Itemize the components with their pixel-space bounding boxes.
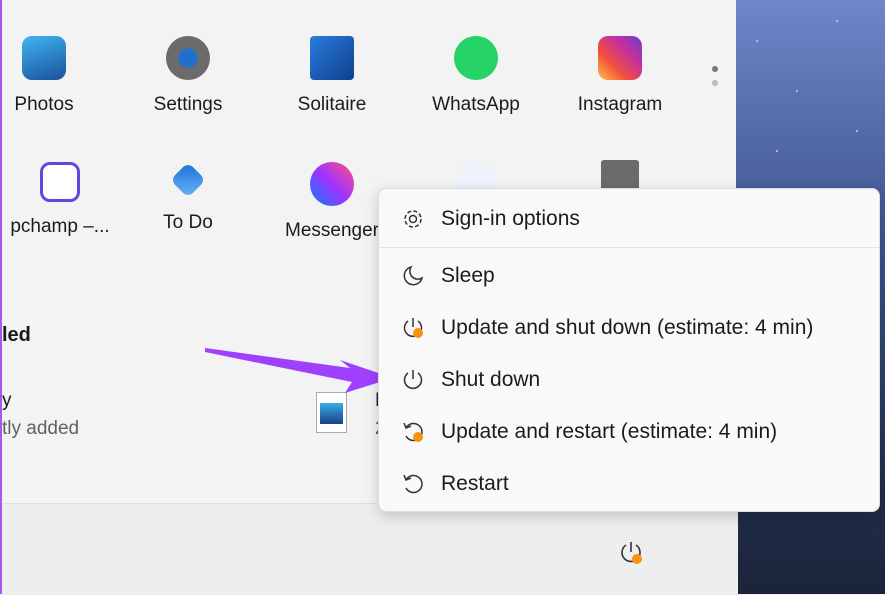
annotation-arrow — [205, 348, 393, 393]
power-icon — [621, 542, 642, 564]
app-instagram[interactable]: Instagram — [550, 36, 690, 116]
app-clipchamp[interactable]: pchamp –... — [0, 162, 130, 238]
gear-icon — [404, 210, 422, 228]
power-button[interactable] — [618, 540, 644, 566]
app-label: Solitaire — [297, 94, 367, 115]
menu-item-update-and-restart[interactable]: Update and restart (estimate: 4 min) — [379, 408, 879, 456]
update-power-icon — [403, 318, 423, 338]
app-whatsapp[interactable]: WhatsApp — [406, 36, 546, 116]
menu-item-label: Sign-in options — [441, 207, 580, 230]
menu-item-label: Shut down — [441, 368, 541, 391]
instagram-icon — [598, 36, 642, 80]
item-title: y — [2, 390, 12, 411]
more-pages-icon[interactable] — [712, 66, 718, 86]
menu-item-shut-down[interactable]: Shut down — [379, 356, 879, 404]
app-label: Instagram — [577, 94, 663, 115]
menu-item-label: Update and shut down (estimate: 4 min) — [441, 316, 814, 339]
power-menu: Sign-in options Sleep Update and shut do… — [378, 188, 880, 512]
menu-divider — [379, 247, 879, 248]
cards-icon — [310, 36, 354, 80]
app-label: Photos — [14, 94, 74, 115]
power-icon — [403, 370, 423, 390]
start-footer — [2, 503, 738, 595]
item-subtitle: tly added — [2, 418, 80, 439]
app-label: WhatsApp — [432, 94, 520, 115]
menu-item-restart[interactable]: Restart — [379, 460, 879, 508]
todo-icon — [170, 162, 206, 198]
restart-icon — [403, 474, 423, 494]
menu-item-label: Sleep — [441, 264, 495, 287]
app-solitaire[interactable]: Solitaire — [262, 36, 402, 116]
menu-item-label: Restart — [441, 472, 509, 495]
update-restart-icon — [403, 422, 423, 442]
menu-item-sign-in-options[interactable]: Sign-in options — [379, 195, 879, 243]
app-settings[interactable]: Settings — [118, 36, 258, 116]
menu-item-update-and-shut-down[interactable]: Update and shut down (estimate: 4 min) — [379, 304, 879, 352]
gear-icon — [166, 36, 210, 80]
clipchamp-icon — [40, 162, 80, 202]
photos-icon — [22, 36, 66, 80]
app-label: pchamp –... — [10, 216, 110, 237]
app-label: Settings — [153, 94, 223, 115]
moon-icon — [403, 265, 424, 286]
app-todo[interactable]: To Do — [118, 162, 258, 234]
whatsapp-icon — [454, 36, 498, 80]
app-label: To Do — [163, 212, 213, 233]
messenger-icon — [310, 162, 354, 206]
menu-item-sleep[interactable]: Sleep — [379, 252, 879, 300]
app-photos[interactable]: Photos — [0, 36, 114, 116]
recommended-heading: led — [2, 324, 31, 346]
app-label: Messenger — [285, 220, 379, 241]
menu-item-label: Update and restart (estimate: 4 min) — [441, 420, 778, 443]
